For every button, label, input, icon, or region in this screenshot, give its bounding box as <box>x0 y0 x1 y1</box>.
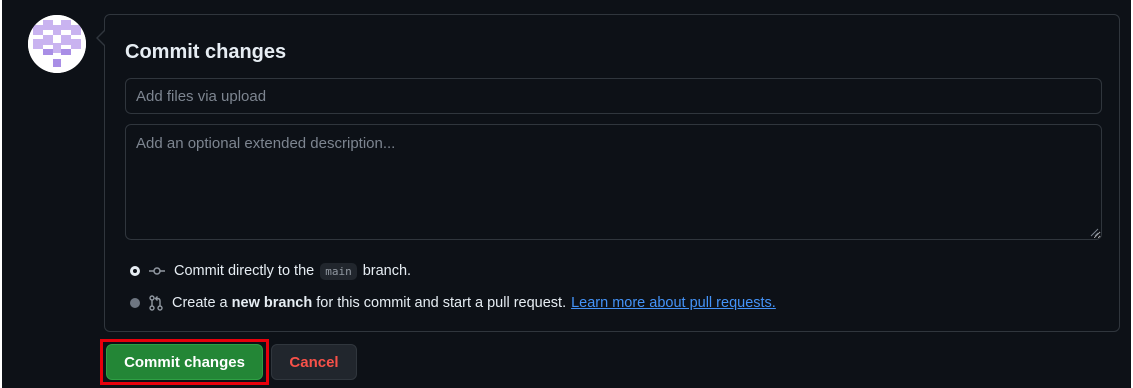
branch-name: main <box>320 262 357 280</box>
form-title: Commit changes <box>125 41 287 63</box>
git-commit-icon <box>149 263 165 279</box>
new-branch-option[interactable]: Create a new branch for this commit and … <box>130 293 776 313</box>
commit-direct-suffix: branch. <box>362 263 412 279</box>
new-branch-text-suffix: for this commit and start a pull request… <box>316 295 567 311</box>
commit-changes-button[interactable]: Commit changes <box>106 344 263 380</box>
learn-more-link[interactable]: Learn more about pull requests. <box>571 295 776 311</box>
commit-description-textarea[interactable] <box>125 124 1102 240</box>
avatar[interactable] <box>28 15 86 73</box>
identicon-icon <box>28 15 86 73</box>
commit-screen: Commit changes Commit directly to the ma… <box>2 0 1131 388</box>
commit-form-panel: Commit changes Commit directly to the ma… <box>104 14 1120 332</box>
commit-summary-input[interactable] <box>125 78 1102 114</box>
new-branch-text-bold: new branch <box>231 295 313 311</box>
panel-caret-fill <box>98 30 106 46</box>
commit-direct-option[interactable]: Commit directly to the main branch. <box>130 261 411 281</box>
cancel-button[interactable]: Cancel <box>271 344 357 380</box>
resize-grip-icon[interactable] <box>1090 228 1099 237</box>
commit-direct-text: Commit directly to the <box>174 263 315 279</box>
commit-direct-radio[interactable] <box>130 266 140 276</box>
git-pull-request-icon <box>149 295 163 311</box>
new-branch-text-prefix: Create a <box>172 295 228 311</box>
new-branch-radio[interactable] <box>130 298 140 308</box>
